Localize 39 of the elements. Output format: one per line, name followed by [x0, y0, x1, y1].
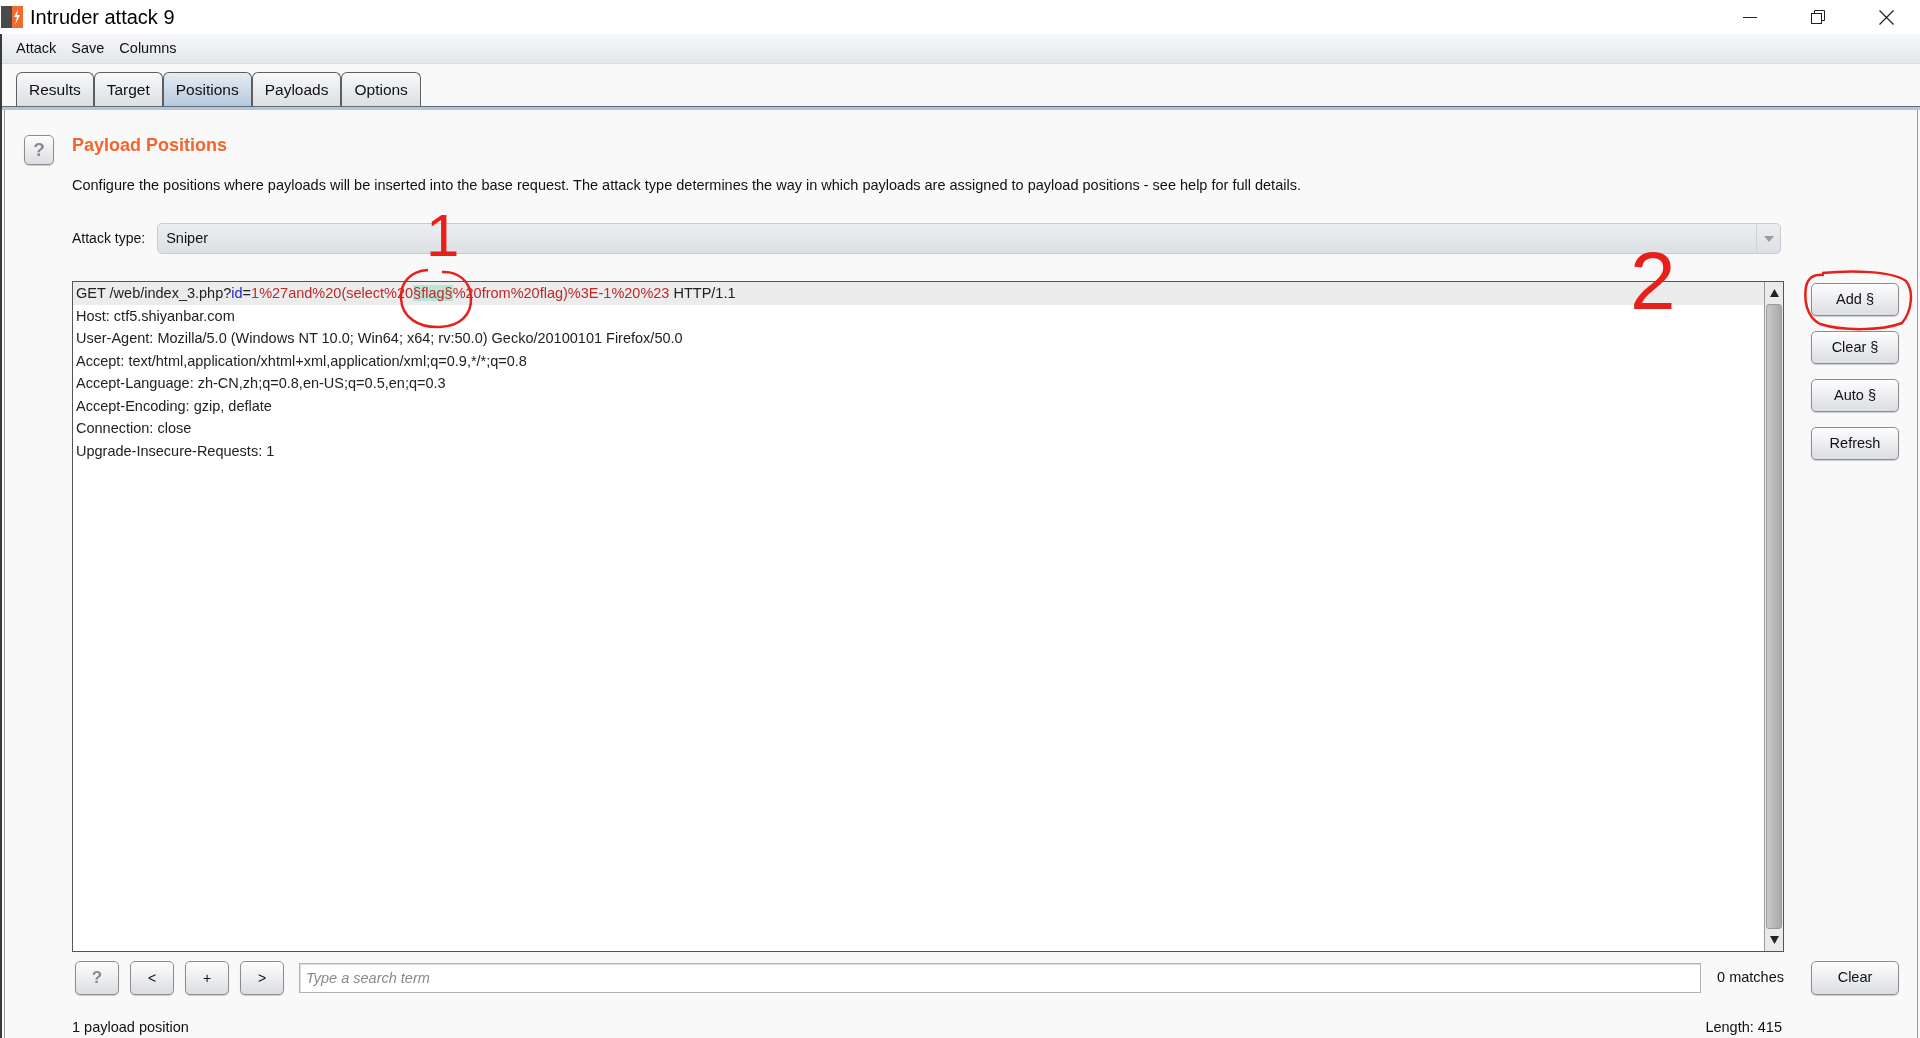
position-button[interactable]: Add § [1811, 283, 1899, 316]
request-line: User-Agent: Mozilla/5.0 (Windows NT 10.0; Win64; x64; rv:50.0) Gecko/20100101 Firefox/50.0 [76, 329, 683, 349]
request-line: Accept-Encoding: gzip, deflate [76, 396, 272, 416]
search-field[interactable]: Type a search term [299, 963, 1702, 993]
request-line: Host: ctf5.shiyanbar.com [76, 306, 235, 326]
section-description: Configure the positions where payloads will be inserted into the base request. The attack type determines the way in which payloads are assigned to payload positions - see help for full details. [72, 176, 1301, 195]
request-line: Accept-Language: zh-CN,zh;q=0.8,en-US;q=0.5,en;q=0.3 [76, 374, 446, 394]
dropdown-arrow-icon [1763, 235, 1774, 242]
clear-search-button[interactable]: Clear [1811, 961, 1899, 995]
menu-item[interactable]: Columns [119, 37, 177, 60]
tab[interactable]: Results [16, 72, 94, 106]
position-button[interactable]: Clear § [1811, 331, 1899, 364]
window-title: Intruder attack 9 [30, 5, 175, 30]
close-icon[interactable] [1878, 9, 1894, 25]
menu-item[interactable]: Save [71, 37, 105, 60]
tab[interactable]: Positions [162, 72, 252, 106]
search-nav-button[interactable]: > [240, 961, 284, 995]
menu-item[interactable]: Attack [16, 37, 57, 60]
search-nav-button[interactable]: < [130, 961, 174, 995]
request-line: Connection: close [76, 419, 192, 439]
payload-position-count: 1 payload position [72, 1018, 189, 1036]
section-title: Payload Positions [72, 135, 228, 155]
request-line: Upgrade-Insecure-Requests: 1 [76, 441, 275, 461]
request-line: Accept: text/html,application/xhtml+xml,application/xml;q=0.9,*/*;q=0.8 [76, 351, 527, 371]
position-button[interactable]: Auto § [1811, 379, 1899, 412]
scrollbar-thumb[interactable] [1766, 304, 1782, 929]
search-nav-button[interactable]: + [185, 961, 229, 995]
scroll-up-icon[interactable] [1769, 289, 1779, 297]
attack-type-label: Attack type: [72, 229, 146, 248]
minimize-icon[interactable] [1743, 16, 1757, 18]
scroll-down-icon[interactable] [1769, 936, 1779, 944]
scrollbar[interactable] [1764, 282, 1783, 951]
position-button[interactable]: Refresh [1811, 427, 1899, 460]
tab[interactable]: Options [341, 72, 421, 106]
restore-icon[interactable] [1811, 10, 1825, 24]
tab[interactable]: Payloads [251, 72, 342, 106]
match-count: 0 matches [1717, 968, 1784, 988]
request-length: Length: 415 [1705, 1018, 1782, 1036]
tab[interactable]: Target [93, 72, 163, 106]
